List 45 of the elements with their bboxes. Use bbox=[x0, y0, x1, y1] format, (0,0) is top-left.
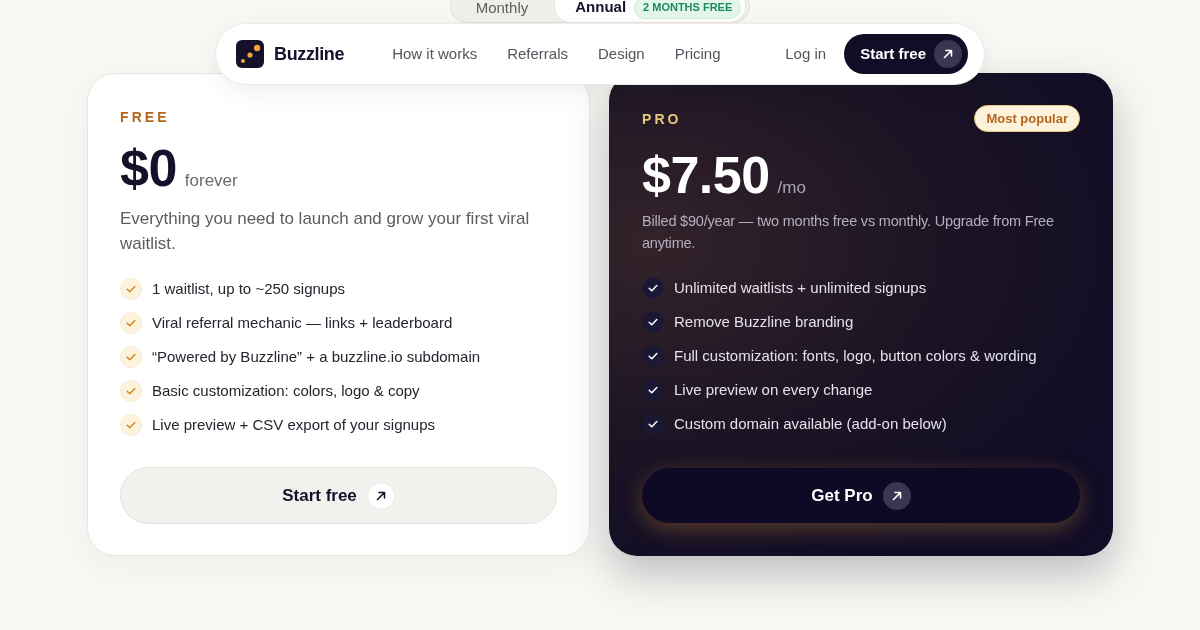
logo-icon bbox=[236, 40, 264, 68]
feature-text: Live preview + CSV export of your signups bbox=[152, 414, 436, 435]
check-icon bbox=[120, 346, 142, 368]
feature-text: Custom domain available (add-on below) bbox=[674, 413, 947, 434]
check-icon bbox=[120, 380, 142, 402]
plan-cta-button[interactable]: Start free bbox=[120, 467, 557, 524]
start-free-button[interactable]: Start free bbox=[844, 34, 968, 74]
nav-link[interactable]: How it works bbox=[392, 42, 478, 66]
price-text: $7.50 bbox=[642, 149, 770, 201]
plan-cta-button[interactable]: Get Pro bbox=[642, 468, 1080, 523]
feature-text: “Powered by Buzzline” + a buzzline.io subdomain bbox=[152, 346, 481, 367]
billing-option[interactable]: Annual 2 MONTHS FREE bbox=[554, 0, 747, 23]
period-text: forever bbox=[184, 172, 238, 189]
plan-description: Everything you need to launch and grow your first viral waitlist. bbox=[120, 208, 531, 255]
login-link[interactable]: Log in bbox=[785, 42, 827, 66]
nav-link[interactable]: Pricing bbox=[674, 42, 721, 66]
nav-link[interactable]: Design bbox=[598, 42, 645, 66]
feature-text: Basic customization: colors, logo & copy bbox=[152, 380, 420, 401]
check-icon bbox=[642, 277, 664, 299]
check-icon bbox=[120, 312, 142, 334]
feature-text: Unlimited waitlists + unlimited signups bbox=[674, 277, 927, 298]
plan-description: Billed $90/year — two months free vs monthly. Upgrade from Free anytime. bbox=[642, 212, 1055, 253]
arrow-up-right-icon bbox=[934, 40, 962, 68]
check-icon bbox=[642, 345, 664, 367]
price-text: $0 bbox=[120, 142, 177, 194]
billing-option[interactable]: Monthly bbox=[453, 0, 551, 23]
period-text: /mo bbox=[777, 179, 806, 196]
nav-link[interactable]: Referrals bbox=[507, 42, 568, 66]
arrow-up-right-icon bbox=[882, 481, 911, 510]
check-icon bbox=[642, 413, 664, 435]
brand-name: Buzzline bbox=[274, 42, 345, 66]
feature-text: Live preview on every change bbox=[674, 379, 873, 400]
discount-badge: 2 MONTHS FREE bbox=[634, 0, 742, 19]
feature-text: Remove Buzzline branding bbox=[674, 311, 854, 332]
arrow-up-right-icon bbox=[366, 481, 395, 510]
plan-name: PRO bbox=[642, 111, 682, 126]
check-icon bbox=[120, 278, 142, 300]
feature-text: 1 waitlist, up to ~250 signups bbox=[152, 278, 346, 299]
check-icon bbox=[120, 414, 142, 436]
feature-text: Full customization: fonts, logo, button colors & wording bbox=[674, 345, 1037, 366]
plan-name: FREE bbox=[120, 109, 170, 124]
feature-text: Viral referral mechanic — links + leaderboard bbox=[152, 312, 453, 333]
popular-badge: Most popular bbox=[974, 105, 1080, 132]
check-icon bbox=[642, 379, 664, 401]
check-icon bbox=[642, 311, 664, 333]
